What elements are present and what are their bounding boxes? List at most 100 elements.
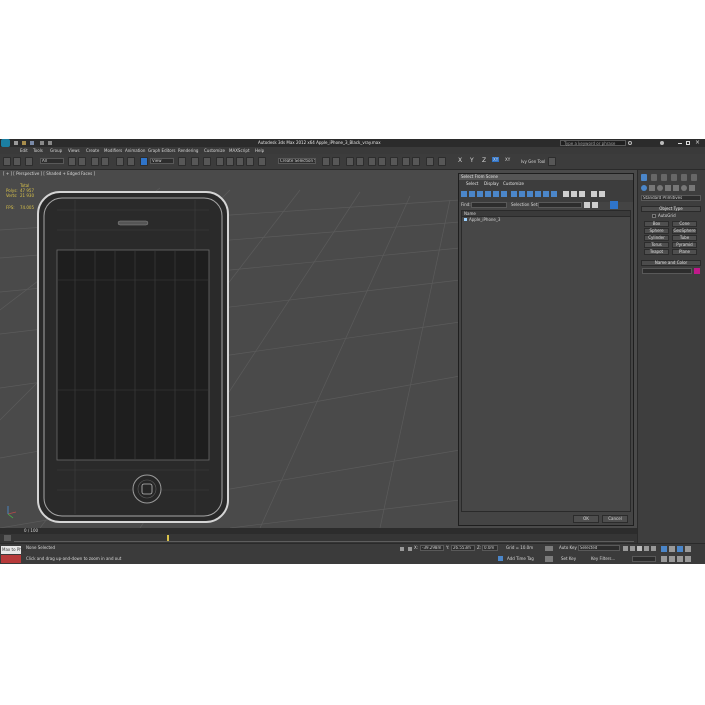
lock-icon[interactable] [400,547,404,551]
pyramid-button[interactable]: Pyramid [672,242,697,248]
axis-y-button[interactable]: Y [470,158,474,164]
quick-access-toolbar[interactable] [14,141,94,145]
render-setup-button[interactable] [402,157,410,166]
link-button[interactable] [25,157,33,166]
filter-hidden-icon[interactable] [551,191,557,197]
angle-snap-button[interactable] [226,157,234,166]
axis-x-button[interactable]: X [458,158,462,164]
object-name-field[interactable] [642,268,692,274]
frame-field[interactable] [632,556,656,562]
menu-rendering[interactable]: Rendering [178,148,198,153]
filter-containers-icon[interactable] [535,191,541,197]
track-bar[interactable] [0,534,637,543]
geosphere-button[interactable]: GeoSphere [672,228,697,234]
cylinder-button[interactable]: Cylinder [644,235,669,241]
systems-icon[interactable] [689,185,695,191]
dialog-tab-display[interactable]: Display [481,181,502,187]
filter-xrefs-icon[interactable] [519,191,525,197]
render-button[interactable] [426,157,434,166]
save-icon[interactable] [30,141,34,145]
auto-key-button[interactable]: Auto Key [559,545,577,550]
shapes-icon[interactable] [649,185,655,191]
select-none-icon[interactable] [571,191,577,197]
rendered-frame-button[interactable] [412,157,420,166]
zoom-icon[interactable] [661,546,667,552]
spinner-snap-button[interactable] [246,157,254,166]
select-by-name-button[interactable] [78,157,86,166]
schematic-view-button[interactable] [378,157,386,166]
minimize-icon[interactable] [678,143,682,144]
mirror-button[interactable] [322,157,330,166]
select-object-button[interactable] [68,157,76,166]
scene-object-list[interactable]: Name Apple_iPhone_3 [461,210,631,512]
add-time-tag-icon[interactable] [498,556,503,561]
dialog-tab-customize[interactable]: Customize [500,181,527,187]
object-type-rollout[interactable]: Object Type [641,206,701,212]
geometry-icon[interactable] [641,185,647,191]
column-name-header[interactable]: Name [464,211,476,216]
render-iterative-button[interactable] [438,157,446,166]
viewport-label[interactable]: [ + ] [ Perspective ] [ Shaded + Edged F… [3,171,95,176]
filter-helpers-icon[interactable] [493,191,499,197]
motion-tab-icon[interactable] [671,174,677,181]
undo-button[interactable] [3,157,11,166]
help-icon[interactable] [660,141,664,145]
find-input[interactable] [471,202,507,208]
menu-help[interactable]: Help [255,148,264,153]
menu-modifiers[interactable]: Modifiers [104,148,122,153]
maximize-viewport-icon[interactable] [685,556,691,562]
search-box[interactable]: Type a keyword or phrase [560,140,626,146]
keyboard-shortcut-button[interactable] [203,157,211,166]
prev-frame-icon[interactable] [630,546,635,551]
named-selection-dropdown[interactable]: Create Selection Se [278,158,316,164]
ok-button[interactable]: OK [573,515,599,523]
rotate-button[interactable] [127,157,135,166]
teapot-button[interactable]: Teapot [644,249,669,255]
dialog-tab-select[interactable]: Select [463,181,481,187]
set-key-button[interactable]: Set Key [561,556,576,561]
x-coord-field[interactable]: -39.298m [420,545,444,551]
autogrid-checkbox[interactable] [652,214,656,218]
display-children-icon[interactable] [599,191,605,197]
menu-tools[interactable]: Tools [33,148,43,153]
torus-button[interactable]: Torus [644,242,669,248]
z-coord-field[interactable]: 0.0m [482,545,498,551]
pan-icon[interactable] [669,556,675,562]
helpers-icon[interactable] [673,185,679,191]
percent-snap-button[interactable] [236,157,244,166]
menu-views[interactable]: Views [68,148,80,153]
select-manipulate-button[interactable] [191,157,199,166]
trackbar-icon[interactable] [4,535,11,541]
reference-coord-dropdown[interactable]: View [150,158,174,164]
name-and-color-rollout[interactable]: Name and Color [641,260,701,266]
new-icon[interactable] [14,141,18,145]
menu-create[interactable]: Create [86,148,99,153]
selection-set-remove-icon[interactable] [592,202,598,208]
menu-customize[interactable]: Customize [204,148,225,153]
material-editor-button[interactable] [390,157,398,166]
cone-button[interactable]: Cone [672,221,697,227]
cancel-button[interactable]: Cancel [602,515,628,523]
key-filters-button[interactable]: Key Filters... [591,556,615,561]
next-frame-icon[interactable] [644,546,649,551]
redo-icon[interactable] [48,141,52,145]
axis-xy-button[interactable]: XY [492,157,500,162]
menu-edit[interactable]: Edit [20,148,28,153]
selection-set-dropdown[interactable] [538,202,582,208]
maximize-icon[interactable] [686,141,690,145]
selection-set-blue-icon[interactable] [610,201,618,209]
move-button[interactable] [116,157,124,166]
layer-manager-button[interactable] [346,157,354,166]
pivot-center-button[interactable] [178,157,186,166]
filter-bones-icon[interactable] [527,191,533,197]
snaps-toggle-button[interactable] [216,157,224,166]
close-icon[interactable]: × [695,140,701,146]
box-button[interactable]: Box [644,221,669,227]
menu-animation[interactable]: Animation [125,148,145,153]
graphite-toggle-button[interactable] [356,157,364,166]
search-icon[interactable] [628,141,632,145]
redo-button[interactable] [13,157,21,166]
undo-icon[interactable] [40,141,44,145]
scale-button[interactable] [140,157,148,166]
object-color-swatch[interactable] [694,268,700,274]
